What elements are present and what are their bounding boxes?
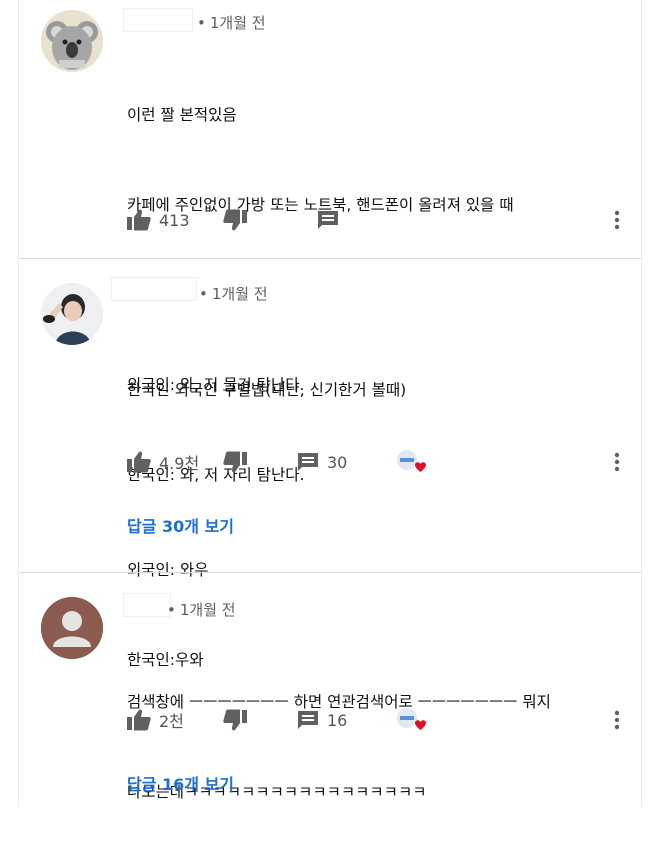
dislike-button[interactable]: [223, 705, 247, 735]
avatar[interactable]: [41, 597, 103, 659]
author-name-redacted[interactable]: [123, 8, 193, 32]
default-user-avatar-icon: [41, 597, 103, 659]
comment-icon: [298, 711, 318, 729]
comment-thread: • 1개월 전 검색창에 ㅡㅡㅡㅡㅡㅡㅡ 하면 연관검색어로 ㅡㅡㅡㅡㅡㅡㅡ 뭐지…: [19, 573, 641, 806]
creator-heart-badge: [395, 705, 429, 735]
avatar[interactable]: [41, 283, 103, 345]
comment-actions: 4.9천 30: [127, 447, 627, 477]
like-count: 2천: [159, 712, 184, 731]
more-options-button[interactable]: [607, 705, 627, 735]
dislike-button[interactable]: [223, 205, 247, 235]
author-name-redacted[interactable]: [111, 277, 197, 301]
comment-time: 1개월 전: [209, 14, 266, 32]
dislike-button[interactable]: [223, 447, 247, 477]
creator-heart-icon: [397, 708, 426, 730]
more-vert-icon: [614, 210, 620, 230]
reply-count: 30: [327, 452, 348, 472]
view-replies-link[interactable]: 답글 16개 보기: [127, 771, 234, 795]
reply-count: 16: [327, 710, 348, 730]
thumb-up-icon: [127, 709, 151, 731]
comment-icon: [318, 211, 338, 229]
comment-line: 한국인 외국인 구별법(대단, 신기한거 볼때): [127, 381, 407, 399]
comment-actions: 413: [127, 205, 627, 235]
comments-panel: • 1개월 전 이런 짤 본적있음 카페에 주인없이 가방 또는 노트북, 핸드폰…: [18, 0, 642, 806]
thumb-up-icon: [127, 451, 151, 473]
comment-time: 1개월 전: [179, 601, 236, 619]
like-button[interactable]: 4.9천: [127, 447, 199, 477]
like-button[interactable]: 413: [127, 205, 190, 235]
view-replies-link[interactable]: 답글 30개 보기: [127, 513, 234, 537]
comment-thread: • 1개월 전 한국인 외국인 구별법(대단, 신기한거 볼때) 외국인: 와우 …: [19, 259, 641, 669]
comment-meta: • 1개월 전: [199, 283, 268, 304]
reply-button[interactable]: 16: [297, 705, 347, 735]
reply-button[interactable]: [317, 205, 339, 235]
comment-time: 1개월 전: [211, 285, 268, 303]
creator-heart-icon: [397, 450, 426, 472]
author-name-redacted[interactable]: [123, 593, 171, 617]
comment-meta: • 1개월 전: [167, 599, 236, 620]
like-count: 4.9천: [159, 454, 200, 473]
creator-heart-badge: [395, 447, 429, 477]
comment-line: 이런 짤 본적있음: [127, 106, 237, 124]
like-count: 413: [159, 210, 190, 230]
comment-actions: 2천 16: [127, 705, 627, 735]
like-button[interactable]: 2천: [127, 705, 184, 735]
comment-icon: [298, 453, 318, 471]
more-options-button[interactable]: [607, 205, 627, 235]
comment-meta: • 1개월 전: [197, 12, 266, 33]
thumb-down-icon: [223, 209, 247, 231]
more-vert-icon: [614, 710, 620, 730]
more-options-button[interactable]: [607, 447, 627, 477]
reply-button[interactable]: 30: [297, 447, 347, 477]
thumb-up-icon: [127, 209, 151, 231]
more-vert-icon: [614, 452, 620, 472]
meta-dot: •: [167, 601, 176, 619]
comment-body: 검색창에 ㅡㅡㅡㅡㅡㅡㅡ 하면 연관검색어로 ㅡㅡㅡㅡㅡㅡㅡ 뭐지 나오는데ㅋㅋ…: [127, 627, 551, 867]
comment-thread: • 1개월 전 이런 짤 본적있음 카페에 주인없이 가방 또는 노트북, 핸드폰…: [19, 0, 641, 484]
meta-dot: •: [199, 285, 208, 303]
person-photo-avatar-image: [41, 283, 103, 345]
thumb-down-icon: [223, 709, 247, 731]
thumb-down-icon: [223, 451, 247, 473]
avatar[interactable]: [41, 10, 103, 72]
meta-dot: •: [197, 14, 206, 32]
koala-avatar-image: [41, 10, 103, 72]
